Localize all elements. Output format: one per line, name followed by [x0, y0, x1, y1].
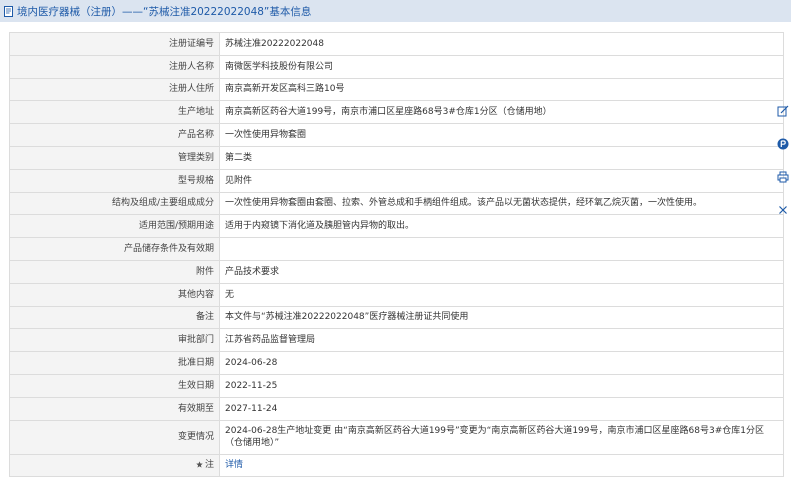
table-row: 产品储存条件及有效期	[9, 237, 784, 261]
detail-link[interactable]: 详情	[225, 460, 243, 470]
table-row: 注册证编号 苏械注准20222022048	[9, 32, 784, 56]
row-value: 2024-06-28生产地址变更 由“南京高新区药谷大道199号”变更为“南京高…	[219, 419, 784, 455]
row-label: 注册证编号	[9, 32, 220, 56]
row-value: 产品技术要求	[219, 259, 784, 284]
table-row-note: 注 详情	[9, 453, 784, 478]
table-row: 生产地址 南京高新区药谷大道199号，南京市浦口区星座路68号3#仓库1分区（仓…	[9, 100, 784, 125]
row-label: 备注	[9, 305, 220, 330]
note-label-text: 注	[204, 459, 214, 470]
note-label-cell: 注	[9, 453, 220, 478]
row-label: 其他内容	[9, 282, 220, 307]
row-label: 审批部门	[9, 328, 220, 353]
row-value: 2027-11-24	[219, 396, 784, 421]
row-label: 适用范围/预期用途	[9, 214, 220, 239]
table-row: 附件 产品技术要求	[9, 259, 784, 284]
page-header: 境内医疗器械（注册）——“苏械注准20222022048”基本信息	[0, 0, 791, 22]
print-icon	[777, 171, 789, 182]
close-button[interactable]	[775, 193, 791, 226]
edit-button[interactable]	[775, 94, 791, 127]
row-value: 2022-11-25	[219, 373, 784, 398]
edit-icon	[777, 105, 789, 116]
row-value: 苏械注准20222022048	[219, 32, 784, 56]
table-row: 备注 本文件与“苏械注准20222022048”医疗器械注册证共同使用	[9, 305, 784, 330]
detail-table: 注册证编号 苏械注准20222022048 注册人名称 南微医学科技股份有限公司…	[9, 32, 784, 478]
row-value: 一次性使用异物套圈	[219, 123, 784, 147]
table-row: 批准日期 2024-06-28	[9, 351, 784, 375]
print-button[interactable]	[775, 160, 791, 193]
favorite-button[interactable]	[775, 127, 791, 160]
row-label: 注册人住所	[9, 77, 220, 102]
row-value: 无	[219, 282, 784, 307]
row-value: 南京高新区药谷大道199号，南京市浦口区星座路68号3#仓库1分区（仓储用地）	[219, 100, 784, 125]
row-label: 型号规格	[9, 168, 220, 193]
favorite-icon	[777, 138, 789, 149]
table-row: 其他内容 无	[9, 282, 784, 307]
row-label: 附件	[9, 259, 220, 284]
row-label: 产品储存条件及有效期	[9, 237, 220, 261]
row-label: 注册人名称	[9, 54, 220, 79]
row-value: 南微医学科技股份有限公司	[219, 54, 784, 79]
row-label: 产品名称	[9, 123, 220, 147]
note-value: 详情	[219, 453, 784, 478]
row-value	[219, 237, 784, 261]
page-title: 境内医疗器械（注册）——“苏械注准20222022048”基本信息	[17, 5, 312, 18]
table-row: 产品名称 一次性使用异物套圈	[9, 123, 784, 147]
row-label: 生产地址	[9, 100, 220, 125]
row-value: 江苏省药品监督管理局	[219, 328, 784, 353]
table-row: 变更情况 2024-06-28生产地址变更 由“南京高新区药谷大道199号”变更…	[9, 419, 784, 455]
row-label: 有效期至	[9, 396, 220, 421]
table-row: 审批部门 江苏省药品监督管理局	[9, 328, 784, 353]
row-value: 本文件与“苏械注准20222022048”医疗器械注册证共同使用	[219, 305, 784, 330]
row-value: 一次性使用异物套圈由套圈、拉索、外管总成和手柄组件组成。该产品以无菌状态提供，经…	[219, 191, 784, 216]
row-value: 第二类	[219, 145, 784, 170]
row-label: 变更情况	[9, 419, 220, 455]
document-icon	[4, 5, 13, 17]
row-label: 结构及组成/主要组成成分	[9, 191, 220, 216]
row-value: 见附件	[219, 168, 784, 193]
table-row: 型号规格 见附件	[9, 168, 784, 193]
row-value: 适用于内窥镜下消化道及胰胆管内异物的取出。	[219, 214, 784, 239]
star-icon	[196, 461, 203, 468]
table-row: 注册人名称 南微医学科技股份有限公司	[9, 54, 784, 79]
row-value: 2024-06-28	[219, 351, 784, 375]
table-row: 有效期至 2027-11-24	[9, 396, 784, 421]
table-row: 生效日期 2022-11-25	[9, 373, 784, 398]
side-toolbar	[775, 94, 791, 226]
row-value: 南京高新开发区高科三路10号	[219, 77, 784, 102]
row-label: 批准日期	[9, 351, 220, 375]
table-row: 适用范围/预期用途 适用于内窥镜下消化道及胰胆管内异物的取出。	[9, 214, 784, 239]
row-label: 管理类别	[9, 145, 220, 170]
close-icon	[779, 205, 787, 214]
row-label: 生效日期	[9, 373, 220, 398]
table-row: 结构及组成/主要组成成分 一次性使用异物套圈由套圈、拉索、外管总成和手柄组件组成…	[9, 191, 784, 216]
table-row: 管理类别 第二类	[9, 145, 784, 170]
table-row: 注册人住所 南京高新开发区高科三路10号	[9, 77, 784, 102]
note-label: 注	[196, 459, 214, 471]
